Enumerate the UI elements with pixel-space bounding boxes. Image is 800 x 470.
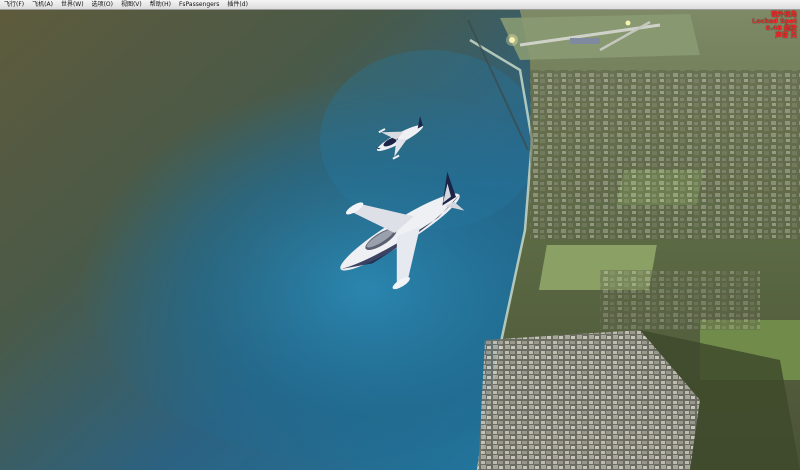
menu-flight[interactable]: 飞行(F) xyxy=(0,0,28,9)
flight-sim-view xyxy=(0,0,800,470)
menu-views[interactable]: 视图(V) xyxy=(117,0,146,9)
menu-options[interactable]: 选项(O) xyxy=(88,0,117,9)
menu-aircraft[interactable]: 飞机(A) xyxy=(28,0,57,9)
menu-addons[interactable]: 插件(d) xyxy=(223,0,252,9)
menu-bar: 飞行(F) 飞机(A) 世界(W) 选项(O) 视图(V) 帮助(H) FsPa… xyxy=(0,0,800,10)
airport xyxy=(500,14,700,60)
menu-fspassengers[interactable]: FsPassengers xyxy=(175,0,223,9)
view-info-overlay: 视外视角 Locked Spot 0.48 缩放 声音 关 xyxy=(752,11,797,39)
menu-world[interactable]: 世界(W) xyxy=(57,0,88,9)
menu-help[interactable]: 帮助(H) xyxy=(146,0,175,9)
sound-label: 声音 关 xyxy=(775,31,797,39)
suburbs xyxy=(530,70,800,240)
suburbs-south xyxy=(600,270,760,330)
